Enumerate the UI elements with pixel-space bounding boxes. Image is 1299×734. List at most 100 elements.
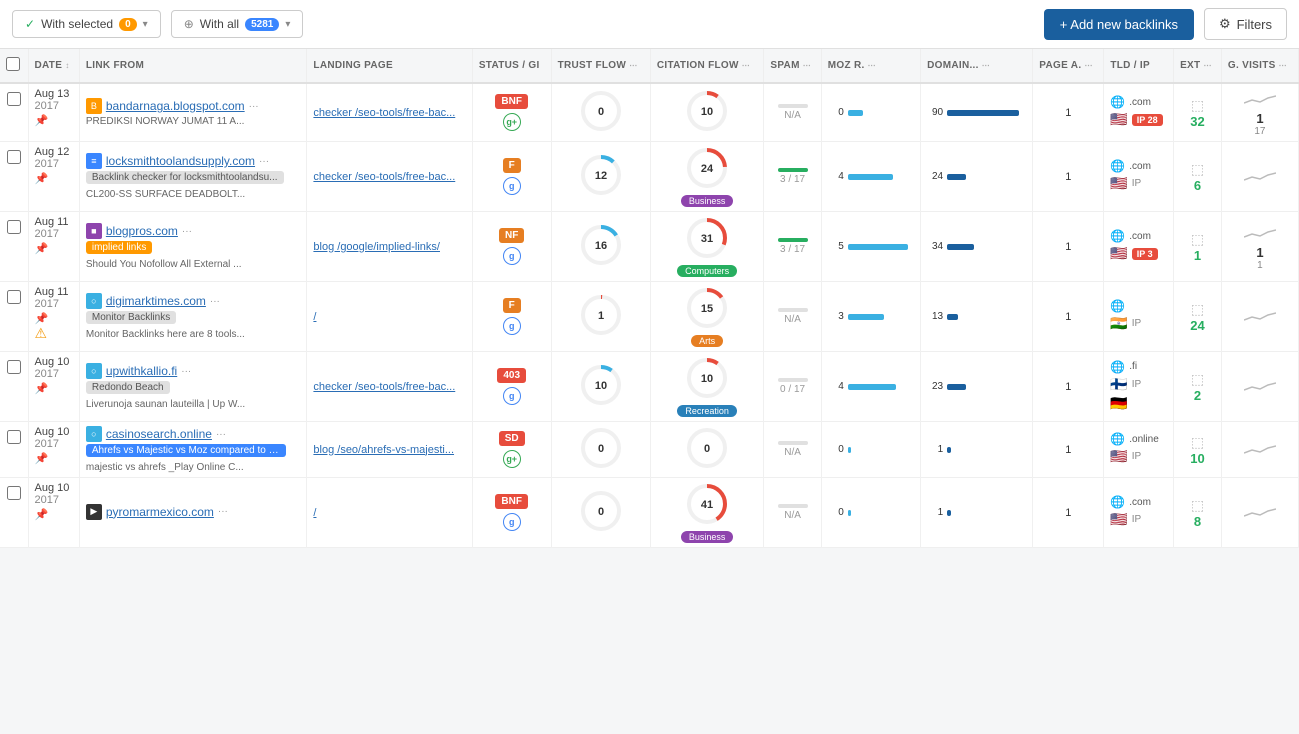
header-link-from[interactable]: LINK FROM bbox=[79, 49, 307, 83]
status-gi-cell: SD g+ bbox=[472, 422, 551, 478]
link-title: majestic vs ahrefs _Play Online C... bbox=[86, 462, 296, 473]
tld-ip-cell: 🌐 .com 🇺🇸 IP 3 bbox=[1104, 212, 1174, 282]
row-checkbox[interactable] bbox=[7, 150, 21, 164]
header-checkbox[interactable] bbox=[0, 49, 28, 83]
landing-page-link[interactable]: checker /seo-tools/free-bac... bbox=[313, 107, 455, 119]
filters-button[interactable]: ⚙ Filters bbox=[1204, 8, 1287, 40]
landing-page-link[interactable]: blog /google/implied-links/ bbox=[313, 241, 440, 253]
date-value: Aug 10 bbox=[35, 426, 73, 438]
page-authority-cell: 1 bbox=[1033, 352, 1104, 422]
page-authority-value: 1 bbox=[1065, 241, 1071, 253]
landing-page-cell: / bbox=[307, 478, 472, 548]
spam-value: N/A bbox=[784, 447, 801, 458]
header-date[interactable]: DATE ↕ bbox=[28, 49, 79, 83]
domain-link[interactable]: blogpros.com bbox=[106, 224, 178, 238]
row-checkbox[interactable] bbox=[7, 430, 21, 444]
ip-label: IP bbox=[1132, 178, 1141, 189]
header-moz-r[interactable]: MOZ R. ⋯ bbox=[821, 49, 920, 83]
row-checkbox[interactable] bbox=[7, 290, 21, 304]
domain-link[interactable]: pyromarmexico.com bbox=[106, 505, 214, 519]
trust-flow-cell: 1 bbox=[551, 282, 650, 352]
status-badge: F bbox=[503, 298, 521, 313]
tld-ip-cell: 🌐 .com 🇺🇸 IP bbox=[1104, 142, 1174, 212]
row-checkbox[interactable] bbox=[7, 360, 21, 374]
landing-page-link[interactable]: checker /seo-tools/free-bac... bbox=[313, 381, 455, 393]
trust-flow-cell: 10 bbox=[551, 352, 650, 422]
ext-icon: ⬚ bbox=[1180, 497, 1215, 514]
header-citation-flow[interactable]: CITATION FLOW ⋯ bbox=[650, 49, 764, 83]
ext-count: 1 bbox=[1180, 248, 1215, 263]
domain-icon: B bbox=[86, 98, 102, 114]
spam-bar bbox=[778, 104, 808, 108]
spam-cell: 0 / 17 bbox=[764, 352, 821, 422]
flag-icon: 🇺🇸 bbox=[1110, 448, 1127, 465]
with-all-label: With all bbox=[200, 17, 239, 31]
svg-text:1: 1 bbox=[598, 310, 604, 322]
with-selected-button[interactable]: ✓ With selected 0 ▾ bbox=[12, 10, 161, 38]
spam-bar bbox=[778, 441, 808, 445]
header-spam[interactable]: SPAM ⋯ bbox=[764, 49, 821, 83]
svg-text:16: 16 bbox=[595, 240, 607, 252]
g-visits-cell bbox=[1221, 352, 1298, 422]
trust-flow-cell: 0 bbox=[551, 478, 650, 548]
header-trust-flow[interactable]: TRUST FLOW ⋯ bbox=[551, 49, 650, 83]
landing-page-link[interactable]: blog /seo/ahrefs-vs-majesti... bbox=[313, 444, 454, 456]
link-from-cell: ○ upwithkallio.fi ··· Redondo Beach Live… bbox=[79, 352, 307, 422]
ip-label: IP bbox=[1132, 379, 1141, 390]
domain-icon: ○ bbox=[86, 363, 102, 379]
date-value: Aug 12 bbox=[35, 146, 73, 158]
moz-rank-cell: 3 bbox=[821, 282, 920, 352]
row-checkbox[interactable] bbox=[7, 92, 21, 106]
svg-text:12: 12 bbox=[595, 170, 607, 182]
spam-value: 3 / 17 bbox=[780, 244, 805, 255]
header-ext[interactable]: EXT ⋯ bbox=[1174, 49, 1222, 83]
landing-page-link[interactable]: checker /seo-tools/free-bac... bbox=[313, 171, 455, 183]
header-status-gi[interactable]: STATUS / GI bbox=[472, 49, 551, 83]
pin-icon: 📌 bbox=[35, 312, 73, 325]
page-authority-cell: 1 bbox=[1033, 83, 1104, 142]
header-landing-page[interactable]: LANDING PAGE bbox=[307, 49, 472, 83]
ip-count-badge: IP 28 bbox=[1132, 114, 1163, 126]
ext-cell: ⬚ 6 bbox=[1174, 142, 1222, 212]
landing-page-link[interactable]: / bbox=[313, 507, 316, 519]
domain-link[interactable]: locksmithtoolandsupply.com bbox=[106, 154, 255, 168]
header-page-a[interactable]: PAGE A. ⋯ bbox=[1033, 49, 1104, 83]
domain-link[interactable]: casinosearch.online bbox=[106, 427, 212, 441]
backlinks-table: DATE ↕ LINK FROM LANDING PAGE STATUS / G… bbox=[0, 49, 1299, 548]
gv-sub: 1 bbox=[1228, 260, 1292, 271]
row-checkbox[interactable] bbox=[7, 486, 21, 500]
status-badge: BNF bbox=[495, 494, 528, 509]
dots: ··· bbox=[181, 366, 191, 377]
row-checkbox[interactable] bbox=[7, 220, 21, 234]
year-value: 2017 bbox=[35, 158, 73, 170]
globe-icon: 🌐 bbox=[1110, 229, 1125, 243]
landing-page-link[interactable]: / bbox=[313, 311, 316, 323]
domain-link[interactable]: bandarnaga.blogspot.com bbox=[106, 99, 245, 113]
ext-cell: ⬚ 2 bbox=[1174, 352, 1222, 422]
ext-count: 6 bbox=[1180, 178, 1215, 193]
ext-cell: ⬚ 10 bbox=[1174, 422, 1222, 478]
with-all-button[interactable]: ⊕ With all 5281 ▾ bbox=[171, 10, 304, 38]
filters-label: Filters bbox=[1237, 17, 1272, 32]
header-tld-ip[interactable]: TLD / IP bbox=[1104, 49, 1174, 83]
header-domain[interactable]: DOMAIN... ⋯ bbox=[921, 49, 1033, 83]
domain-icon: ○ bbox=[86, 426, 102, 442]
domain-link[interactable]: digimarktimes.com bbox=[106, 294, 206, 308]
table-row: Aug 11 2017 📌 ■ blogpros.com ··· implied… bbox=[0, 212, 1299, 282]
add-backlinks-button[interactable]: + Add new backlinks bbox=[1044, 9, 1194, 40]
ext-icon: ⬚ bbox=[1180, 371, 1215, 388]
spam-value: N/A bbox=[784, 110, 801, 121]
date-value: Aug 13 bbox=[35, 88, 73, 100]
tag-badge: Redondo Beach bbox=[86, 381, 170, 394]
ip-count-badge: IP 3 bbox=[1132, 248, 1158, 260]
table-row: Aug 10 2017 📌 ▶ pyromarmexico.com ··· / … bbox=[0, 478, 1299, 548]
spam-cell: N/A bbox=[764, 83, 821, 142]
link-title: CL200-SS SURFACE DEADBOLT... bbox=[86, 189, 296, 200]
spam-value: 0 / 17 bbox=[780, 384, 805, 395]
domain-link[interactable]: upwithkallio.fi bbox=[106, 364, 177, 378]
tld-value: .fi bbox=[1129, 361, 1137, 372]
domain-authority-cell: 13 bbox=[921, 282, 1033, 352]
header-g-visits[interactable]: G. VISITS ⋯ bbox=[1221, 49, 1298, 83]
moz-rank-cell: 0 bbox=[821, 83, 920, 142]
page-authority-value: 1 bbox=[1065, 107, 1071, 119]
